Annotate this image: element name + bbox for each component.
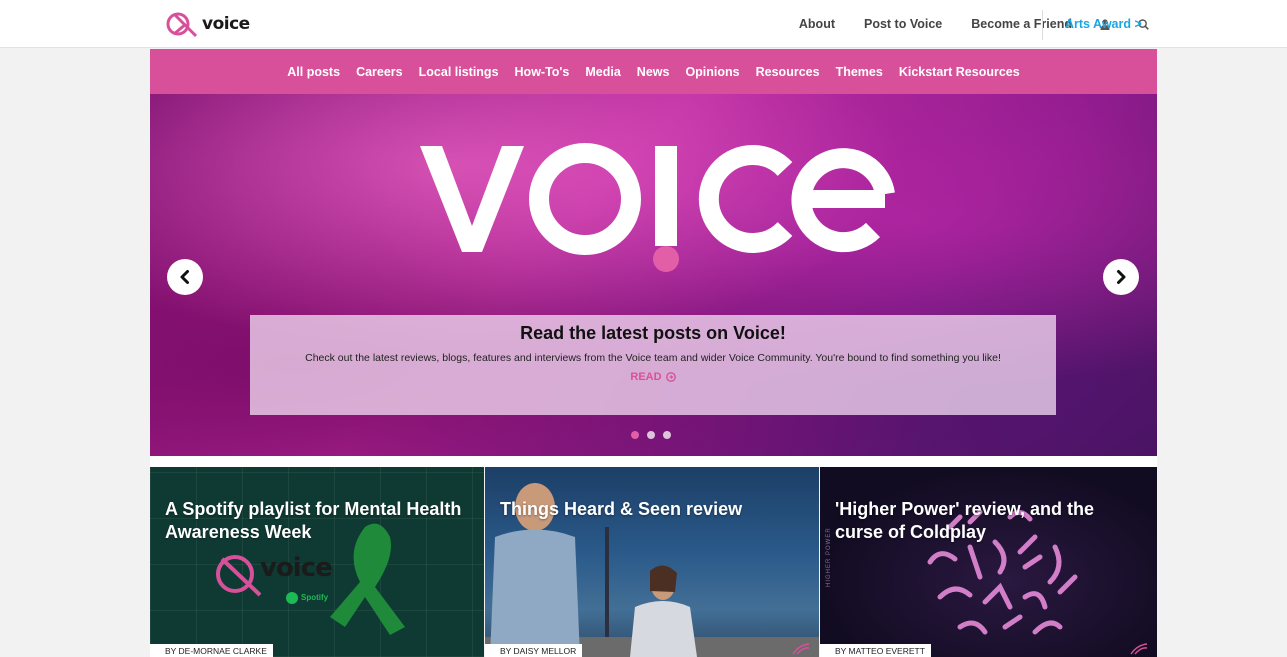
category-local-listings[interactable]: Local listings	[419, 65, 499, 79]
post-card-things-heard-seen[interactable]: Things Heard & Seen review BY DAISY MELL…	[485, 467, 819, 657]
nav-post-to-voice[interactable]: Post to Voice	[864, 17, 942, 31]
voice-hero-logo	[420, 143, 895, 272]
film-still-artwork	[485, 483, 819, 657]
slide-dot-2[interactable]	[647, 431, 655, 439]
slide-indicators	[631, 431, 671, 439]
read-button[interactable]: READ	[630, 371, 676, 383]
category-all-posts[interactable]: All posts	[287, 65, 340, 79]
card-side-text: HIGHER POWER	[826, 527, 832, 587]
hero-slider[interactable]: Read the latest posts on Voice! Check ou…	[150, 94, 1157, 456]
arrow-circle-icon	[665, 372, 676, 382]
voice-corner-icon	[792, 643, 810, 655]
category-news[interactable]: News	[637, 65, 670, 79]
card-byline: BY DE-MORNAE CLARKE	[150, 644, 273, 657]
previous-slide-button[interactable]	[167, 259, 203, 295]
slide-dot-1[interactable]	[631, 431, 639, 439]
card-title: Things Heard & Seen review	[500, 499, 743, 519]
hero-caption-title: Read the latest posts on Voice!	[520, 323, 786, 343]
logo-text: voice	[202, 14, 250, 34]
glyph-artwork	[927, 509, 1078, 635]
category-nav: All posts Careers Local listings How-To'…	[150, 49, 1157, 94]
card-byline: BY MATTEO EVERETT	[820, 644, 931, 657]
card-inner-logo: voice	[260, 553, 333, 583]
chevron-left-icon	[180, 270, 189, 284]
slide-dot-3[interactable]	[663, 431, 671, 439]
voice-corner-icon	[1130, 643, 1148, 655]
top-header: voice About Post to Voice Become a Frien…	[0, 0, 1287, 48]
category-careers[interactable]: Careers	[356, 65, 403, 79]
card-title: 'Higher Power' review, and the curse of …	[835, 499, 1094, 542]
hero-bottom-strip	[150, 456, 1157, 467]
category-kickstart-resources[interactable]: Kickstart Resources	[899, 65, 1020, 79]
voice-logo-icon	[166, 12, 198, 38]
category-themes[interactable]: Themes	[836, 65, 883, 79]
category-how-tos[interactable]: How-To's	[515, 65, 570, 79]
category-opinions[interactable]: Opinions	[685, 65, 739, 79]
post-card-spotify-playlist[interactable]: voice Spotify A Spotify playlist for Men…	[150, 467, 484, 657]
chevron-right-icon	[1117, 270, 1126, 284]
arts-award-label: Arts Award	[1065, 17, 1131, 31]
site-logo[interactable]: voice	[166, 10, 250, 38]
post-card-higher-power[interactable]: HIGHER POWER 'Higher Power' review, and …	[820, 467, 1157, 657]
read-label: READ	[630, 371, 662, 383]
category-resources[interactable]: Resources	[756, 65, 820, 79]
nav-divider	[1042, 10, 1043, 40]
arts-award-link[interactable]: Arts Award >	[1065, 17, 1142, 31]
card-byline: BY DAISY MELLOR	[485, 644, 583, 657]
hero-caption: Read the latest posts on Voice! Check ou…	[250, 315, 1056, 415]
next-slide-button[interactable]	[1103, 259, 1139, 295]
nav-become-a-friend[interactable]: Become a Friend	[971, 17, 1072, 31]
category-media[interactable]: Media	[585, 65, 620, 79]
card-title: A Spotify playlist for Mental Health Awa…	[165, 499, 462, 542]
card-inner-spotify-label: Spotify	[301, 593, 329, 602]
nav-about[interactable]: About	[799, 17, 835, 31]
hero-caption-text: Check out the latest reviews, blogs, fea…	[305, 352, 1001, 364]
chevron-right-icon: >	[1134, 17, 1142, 31]
